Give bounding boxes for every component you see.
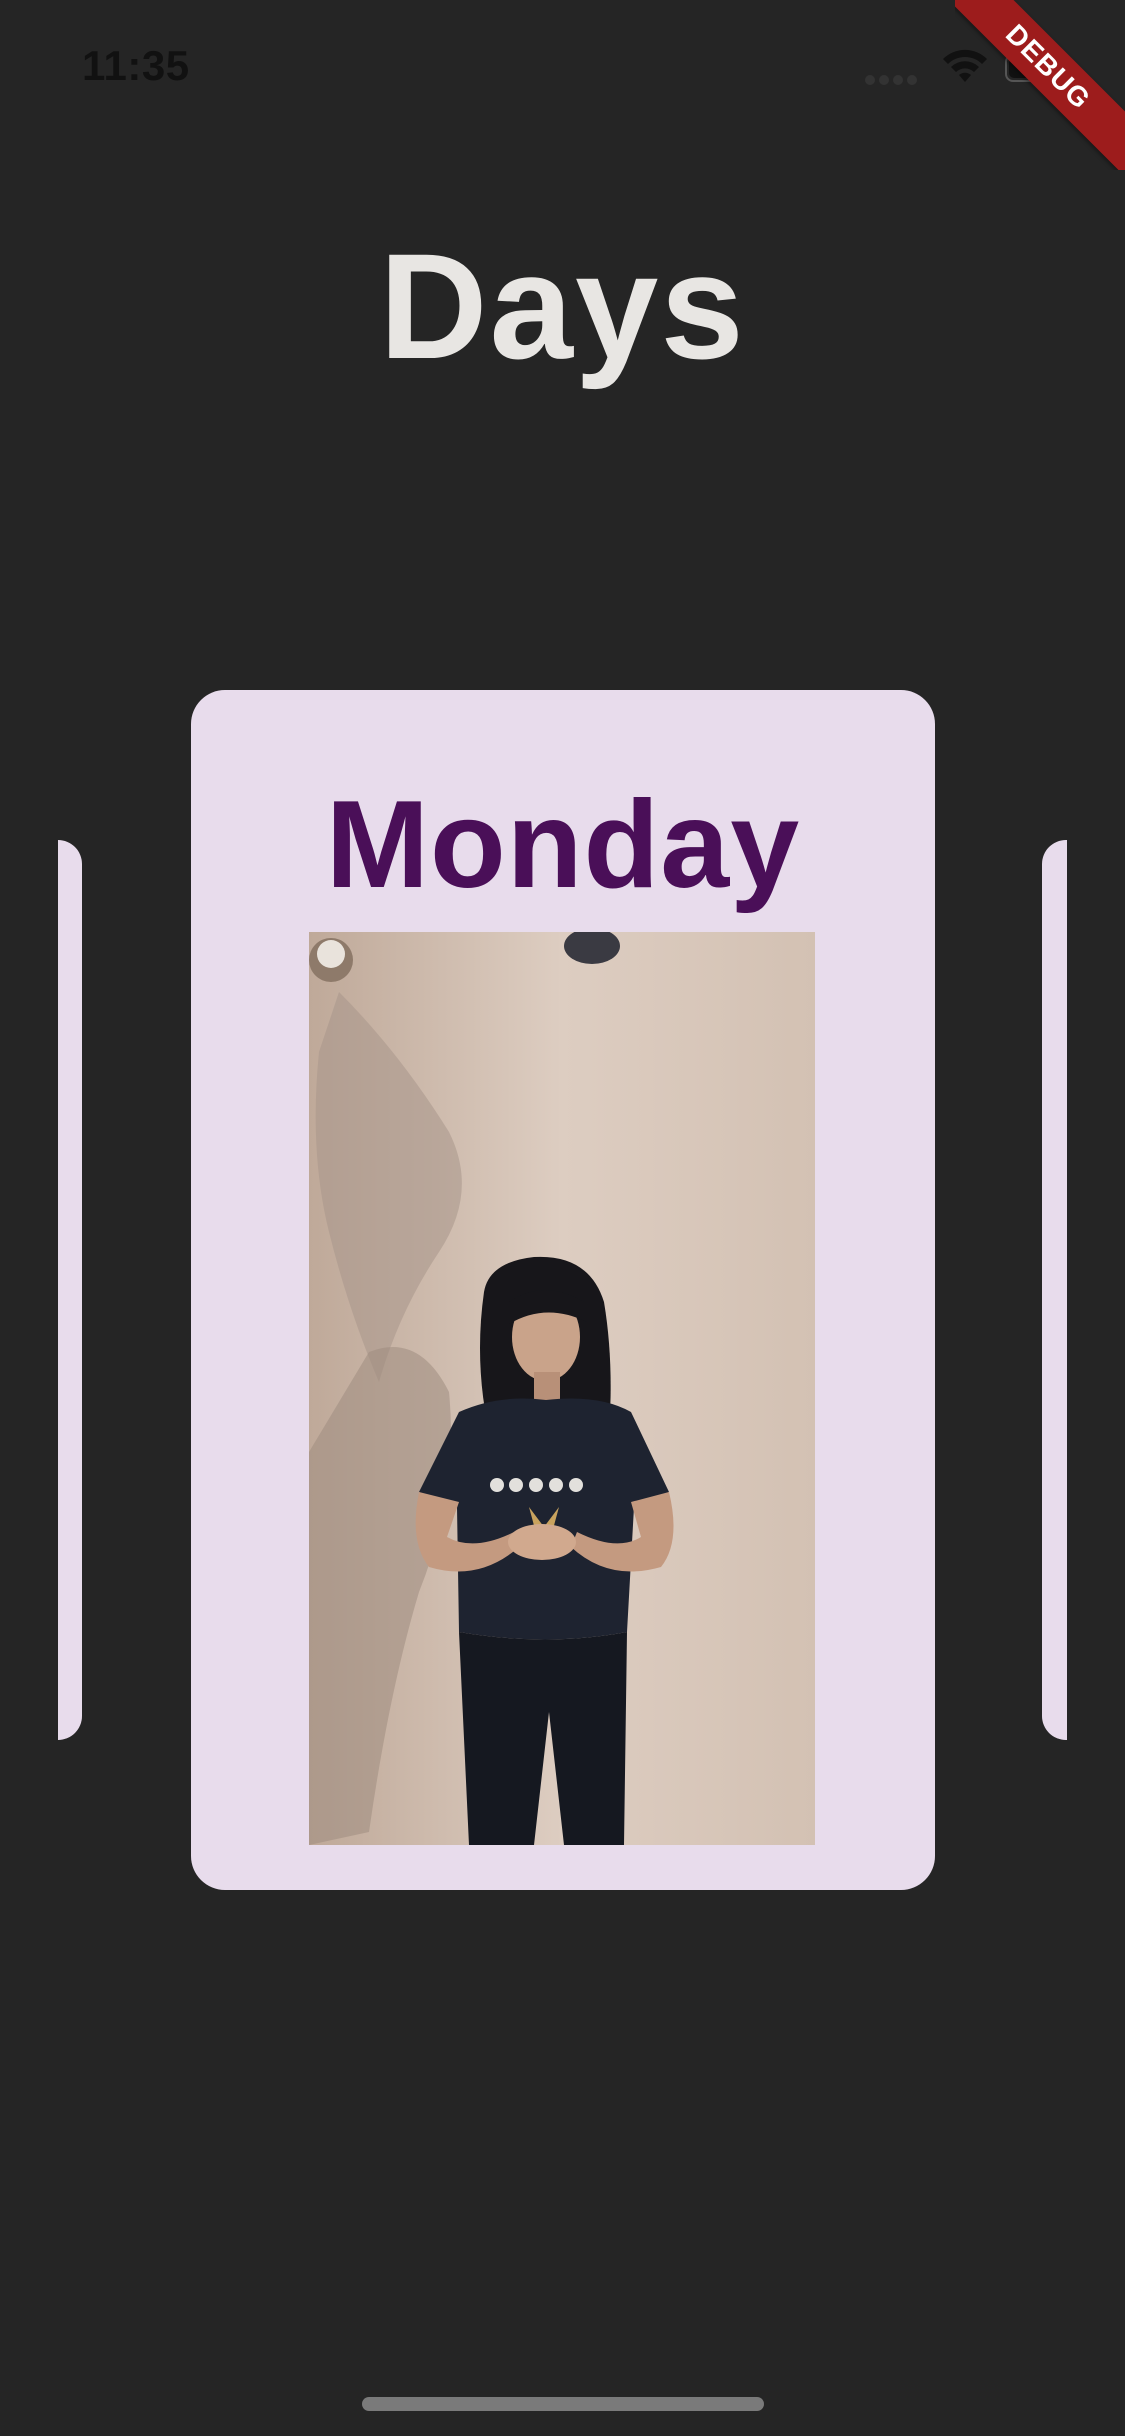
previous-card-peek[interactable] xyxy=(58,840,82,1740)
sign-language-video[interactable] xyxy=(309,932,815,1845)
debug-banner-label: DEBUG xyxy=(955,0,1125,170)
cellular-signal-icon xyxy=(865,72,925,85)
day-card[interactable]: Monday xyxy=(191,690,935,1890)
status-time: 11:35 xyxy=(82,42,190,89)
page-title: Days xyxy=(379,222,746,390)
video-person-illustration xyxy=(309,932,815,1845)
home-indicator[interactable] xyxy=(362,2397,764,2411)
day-card-label: Monday xyxy=(325,776,801,914)
debug-banner: DEBUG xyxy=(955,0,1125,170)
next-card-peek[interactable] xyxy=(1042,840,1067,1740)
